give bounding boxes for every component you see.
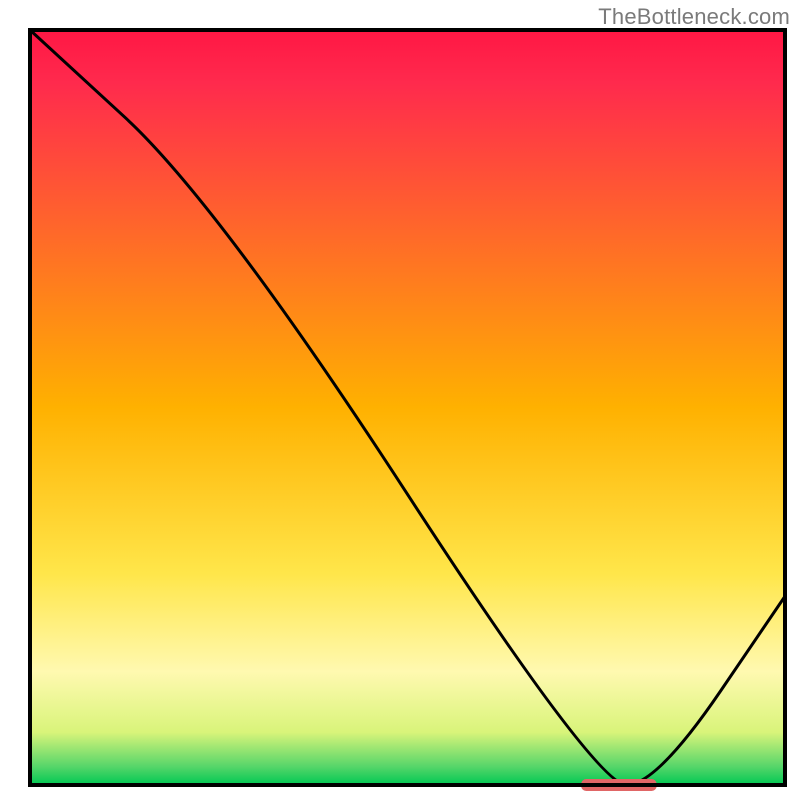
bottleneck-chart [0,0,800,800]
gradient-background [30,30,785,785]
chart-container: TheBottleneck.com [0,0,800,800]
